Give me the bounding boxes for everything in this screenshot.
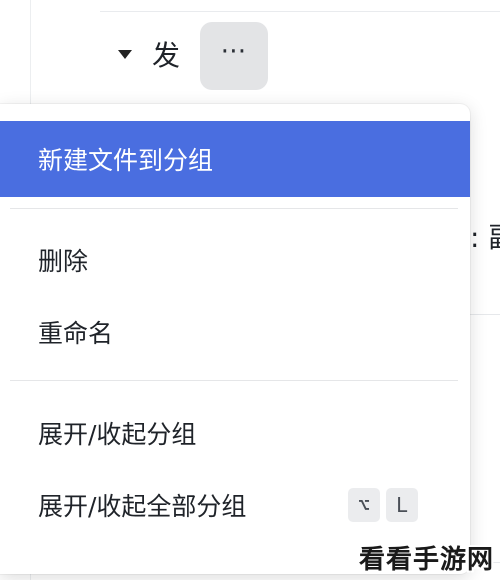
menu-item-delete[interactable]: 删除 xyxy=(0,222,470,298)
group-title: 发 xyxy=(152,39,181,72)
site-watermark: 看看手游网 xyxy=(358,545,494,575)
menu-item-toggle-all-groups[interactable]: 展开/收起全部分组 ⌥ L xyxy=(0,467,470,543)
menu-item-label: 删除 xyxy=(38,247,89,276)
background-file-title: : 副 xyxy=(470,221,500,254)
group-header[interactable]: 发 ⋯ xyxy=(100,22,500,92)
menu-item-label: 重命名 xyxy=(38,319,114,348)
ellipsis-icon: ⋯ xyxy=(220,36,248,66)
top-divider xyxy=(100,11,500,12)
context-menu: 新建文件到分组 删除 重命名 展开/收起分组 展开/收起全部分组 ⌥ L xyxy=(0,104,470,574)
background-divider xyxy=(470,314,500,315)
menu-item-new-file-to-group[interactable]: 新建文件到分组 xyxy=(0,121,470,197)
menu-item-toggle-group[interactable]: 展开/收起分组 xyxy=(0,395,470,471)
menu-item-rename[interactable]: 重命名 xyxy=(0,294,470,370)
caret-down-icon[interactable] xyxy=(118,50,132,59)
more-options-button[interactable]: ⋯ xyxy=(200,22,268,90)
shortcut-key: L xyxy=(386,488,418,522)
menu-item-label: 展开/收起全部分组 xyxy=(38,492,247,521)
menu-divider xyxy=(10,208,458,209)
menu-item-label: 新建文件到分组 xyxy=(38,146,214,175)
keyboard-shortcut: ⌥ L xyxy=(348,488,418,522)
menu-item-label: 展开/收起分组 xyxy=(38,420,197,449)
option-key-icon: ⌥ xyxy=(348,488,380,522)
menu-divider xyxy=(10,380,458,381)
